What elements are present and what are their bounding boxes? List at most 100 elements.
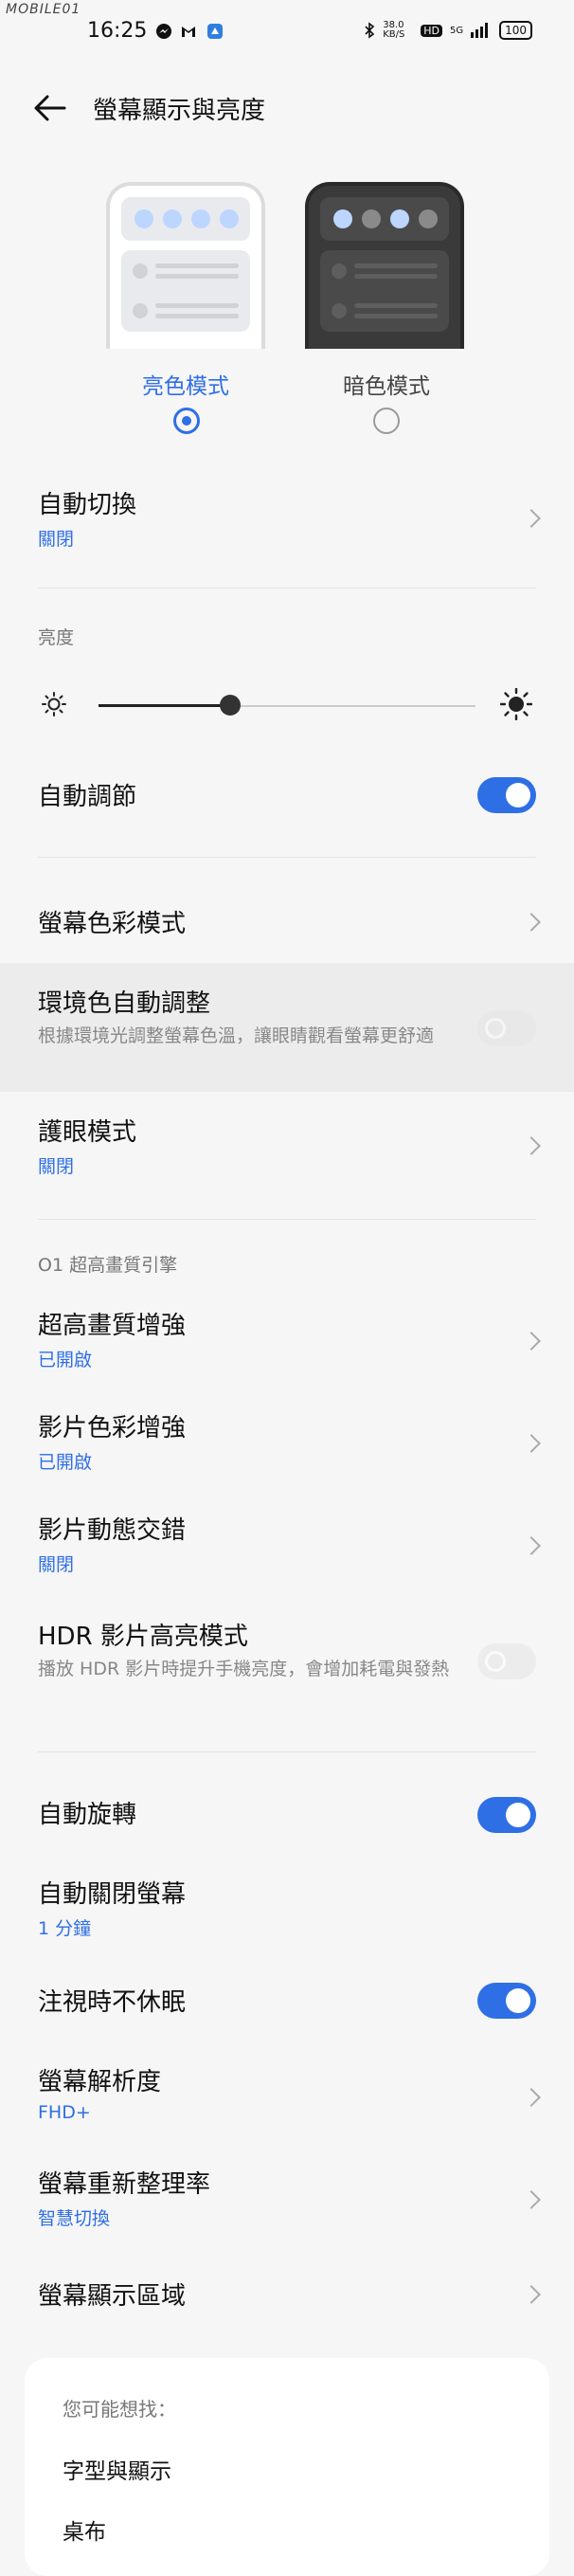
eye-care-row[interactable]: 護眼模式 關閉 (0, 1105, 574, 1200)
divider (38, 588, 536, 589)
preview-dot (332, 263, 347, 279)
color-mode-row[interactable]: 螢幕色彩模式 (0, 891, 574, 957)
preview-dot (133, 303, 148, 318)
divider (38, 1219, 536, 1220)
page-title: 螢幕顯示與亮度 (93, 97, 266, 125)
preview-line (155, 263, 239, 268)
auto-adjust-row[interactable]: 自動調節 (0, 760, 574, 826)
refresh-rate-row[interactable]: 螢幕重新整理率 智慧切換 (0, 2157, 574, 2252)
auto-adjust-title: 自動調節 (38, 783, 137, 811)
bluetooth-icon (365, 22, 375, 39)
screen-timeout-row[interactable]: 自動關閉螢幕 1 分鐘 (0, 1867, 574, 1962)
watermark: MOBILE01 (6, 2, 81, 17)
video-color-row[interactable]: 影片色彩增強 已開啟 (0, 1401, 574, 1496)
preview-line (354, 274, 438, 279)
preview-dot (332, 303, 347, 318)
preview-dot (135, 209, 153, 228)
auto-switch-row[interactable]: 自動切換 關閉 (0, 472, 574, 567)
preview-line (155, 314, 239, 318)
preview-card (121, 197, 250, 241)
screen-timeout-value: 1 分鐘 (38, 1918, 92, 1939)
eye-care-value: 關閉 (38, 1156, 75, 1177)
messenger-icon (156, 24, 171, 39)
auto-rotate-row[interactable]: 自動旋轉 (0, 1782, 574, 1848)
ultra-hd-value: 已開啟 (38, 1350, 93, 1370)
ultra-hd-row[interactable]: 超高畫質增強 已開啟 (0, 1298, 574, 1393)
battery-indicator: 100 (499, 21, 532, 40)
video-motion-title: 影片動態交錯 (38, 1516, 187, 1545)
suggestion-item[interactable]: 字型與顯示 (63, 2453, 171, 2485)
dark-mode-label[interactable]: 暗色模式 (292, 368, 481, 400)
brightness-low-icon (42, 692, 66, 717)
ambient-title: 環境色自動調整 (38, 989, 211, 1018)
status-bar: MOBILE01 16:25 38.0 KB/S HD 5G 100 (0, 0, 574, 53)
resolution-row[interactable]: 螢幕解析度 FHD+ (0, 2055, 574, 2150)
video-motion-row[interactable]: 影片動態交錯 關閉 (0, 1503, 574, 1598)
screen-timeout-title: 自動關閉螢幕 (38, 1880, 187, 1909)
video-motion-value: 關閉 (38, 1554, 75, 1575)
brightness-slider-knob[interactable] (220, 695, 242, 716)
auto-rotate-title: 自動旋轉 (38, 1801, 137, 1829)
status-time: 16:25 (87, 19, 148, 43)
dark-mode-radio[interactable] (373, 408, 400, 434)
brightness-slider-fill (99, 704, 231, 707)
light-mode-label[interactable]: 亮色模式 (91, 368, 280, 400)
engine-section-label: O1 超高畫質引擎 (38, 1255, 178, 1276)
color-mode-title: 螢幕色彩模式 (38, 910, 187, 938)
chevron-right-icon (522, 2088, 541, 2107)
preview-line (354, 303, 438, 308)
ambient-desc: 根據環境光調整螢幕色溫，讓眼睛觀看螢幕更舒適 (38, 1025, 435, 1046)
signal-icon (471, 23, 489, 38)
hdr-row[interactable]: HDR 影片高亮模式 播放 HDR 影片時提升手機亮度，會增加耗電與發熱 (0, 1605, 574, 1719)
resolution-title: 螢幕解析度 (38, 2068, 162, 2096)
hd-badge: HD (421, 24, 442, 37)
divider (38, 857, 536, 858)
preview-dot (333, 209, 352, 228)
app-notification-icon (207, 24, 223, 39)
dark-mode-preview[interactable] (305, 182, 464, 349)
preview-dot (362, 209, 381, 228)
auto-rotate-toggle[interactable] (477, 1797, 536, 1833)
stay-awake-row[interactable]: 注視時不休眠 (0, 1969, 574, 2036)
preview-dot (419, 209, 438, 228)
suggestions-card: 您可能想找： 字型與顯示 桌布 (25, 2358, 549, 2576)
gmail-icon (182, 27, 195, 37)
hdr-desc: 播放 HDR 影片時提升手機亮度，會增加耗電與發熱 (38, 1659, 450, 1679)
preview-dot (133, 263, 148, 279)
resolution-value: FHD+ (38, 2102, 91, 2123)
eye-care-title: 護眼模式 (38, 1118, 137, 1147)
brightness-label: 亮度 (38, 627, 75, 648)
light-mode-radio[interactable] (173, 408, 200, 434)
signal-label: 5G (449, 25, 464, 36)
preview-card (121, 250, 250, 332)
preview-dot (220, 209, 239, 228)
refresh-rate-value: 智慧切換 (38, 2208, 111, 2229)
display-area-row[interactable]: 螢幕顯示區域 (0, 2267, 574, 2333)
ambient-toggle[interactable] (477, 1010, 536, 1046)
suggestions-label: 您可能想找： (63, 2398, 176, 2421)
preview-line (155, 303, 239, 308)
chevron-right-icon (522, 2285, 541, 2304)
light-mode-preview[interactable] (106, 182, 265, 349)
back-arrow-icon[interactable] (32, 91, 70, 125)
stay-awake-toggle[interactable] (477, 1983, 536, 2019)
auto-switch-title: 自動切換 (38, 491, 137, 519)
ambient-color-row[interactable]: 環境色自動調整 根據環境光調整螢幕色溫，讓眼睛觀看螢幕更舒適 (0, 963, 574, 1092)
refresh-rate-title: 螢幕重新整理率 (38, 2170, 211, 2199)
chevron-right-icon (522, 1136, 541, 1155)
chevron-right-icon (522, 509, 541, 528)
status-right: 38.0 KB/S HD 5G 100 (364, 21, 532, 40)
chevron-right-icon (522, 2190, 541, 2209)
auto-adjust-toggle[interactable] (477, 777, 536, 813)
suggestion-item[interactable]: 桌布 (63, 2513, 106, 2546)
page-header: 螢幕顯示與亮度 (0, 82, 574, 135)
hdr-title: HDR 影片高亮模式 (38, 1623, 248, 1651)
hdr-toggle[interactable] (477, 1643, 536, 1679)
stay-awake-title: 注視時不休眠 (38, 1988, 187, 2017)
video-color-value: 已開啟 (38, 1452, 93, 1473)
preview-dot (163, 209, 182, 228)
net-speed: 38.0 KB/S (383, 20, 405, 40)
chevron-right-icon (522, 1332, 541, 1351)
brightness-high-icon (500, 688, 532, 720)
preview-line (155, 274, 239, 279)
